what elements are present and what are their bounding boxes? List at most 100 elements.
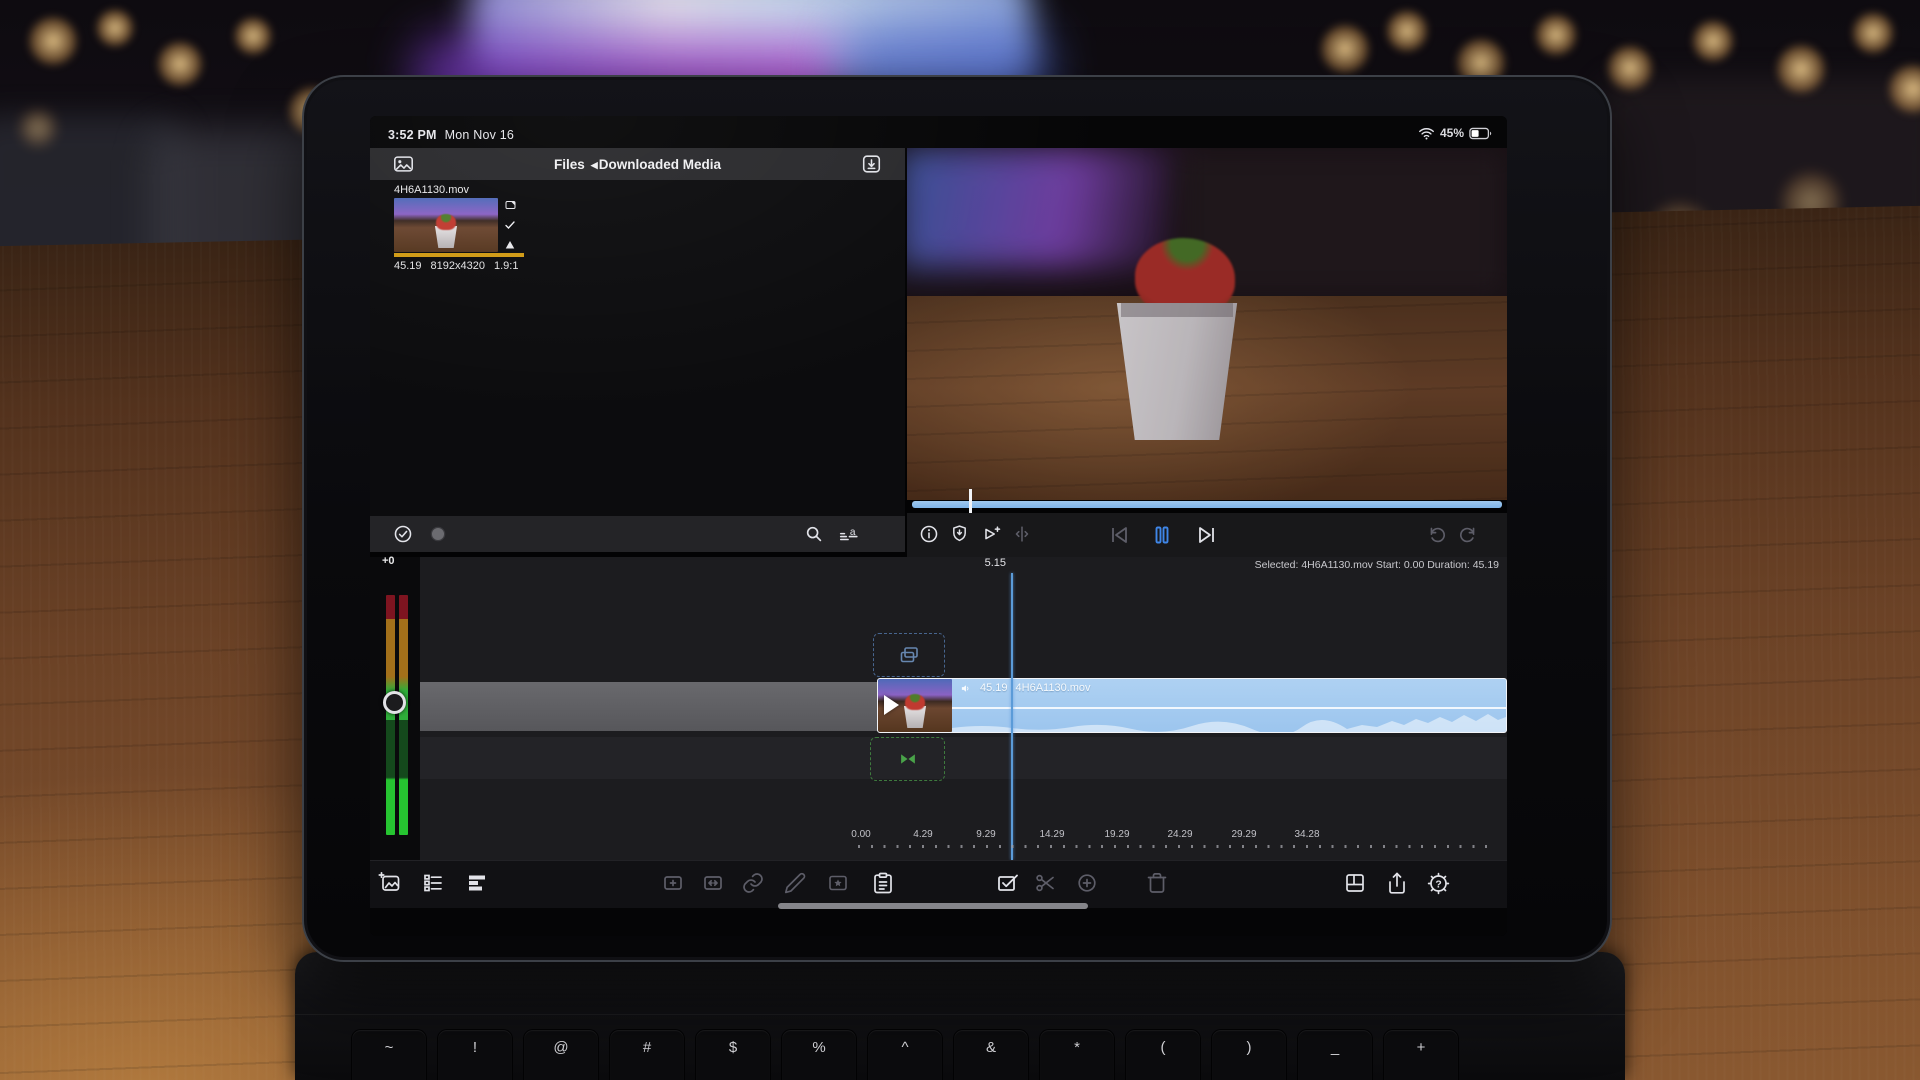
video-tone-overlay [907,148,1507,500]
search-icon[interactable] [803,523,825,545]
effects-star-icon[interactable] [826,871,850,895]
add-media-to-timeline-icon[interactable] [378,871,402,895]
help-settings-icon[interactable]: ? [1426,871,1451,896]
clip-duration: 45.19 [980,682,1008,694]
battery-percent: 45% [1440,126,1464,140]
sort-icon[interactable]: a [837,523,861,545]
bokeh-light [156,40,204,88]
timeline-ruler[interactable]: 0.00 4.29 9.29 14.29 19.29 24.29 29.29 3… [420,829,1507,857]
select-clips-icon[interactable] [392,523,414,545]
ruler-label: 14.29 [1039,829,1064,840]
keyboard-hinge [295,1014,1625,1015]
battery-icon [1469,127,1493,140]
key-8[interactable]: * [1040,1030,1114,1080]
record-voiceover-icon[interactable] [428,524,448,544]
edit-pencil-icon[interactable] [783,871,807,895]
redo-icon[interactable] [1457,523,1480,545]
bokeh-light [1385,9,1429,53]
downloaded-checkmark-icon [503,219,517,231]
track-layout-icon[interactable] [465,871,489,895]
media-filename: 4H6A1130.mov [394,184,526,196]
key-9[interactable]: ( [1126,1030,1200,1080]
meter-zero-label: +0 [382,555,395,567]
clip-info-icon[interactable] [918,523,940,545]
ruler-tick-dots [858,845,1498,848]
play-from-position-icon[interactable] [980,523,1003,545]
meter-bar-left [386,595,395,835]
ruler-label: 24.29 [1167,829,1192,840]
media-item[interactable]: 4H6A1130.mov [394,184,526,272]
overlay-layers-icon [896,643,922,667]
library-header: Files◀Downloaded Media [370,148,905,180]
bokeh-light [1775,43,1827,95]
playhead-time-label: 5.15 [956,557,1006,569]
clip-audio-waveform [952,708,1506,732]
timeline-clip[interactable]: 45.19 4H6A1130.mov [877,678,1507,733]
key-1[interactable]: ! [438,1030,512,1080]
overlay-track-dropzone[interactable] [873,633,945,677]
status-bar: 3:52 PMMon Nov 16 45% [370,116,1507,148]
home-indicator[interactable] [778,903,1088,909]
ruler-label: 9.29 [976,829,995,840]
bokeh-light [95,8,135,48]
breadcrumb-source: Files [554,157,585,172]
bokeh-light [27,15,79,67]
multi-select-icon[interactable] [995,871,1020,895]
ruler-label: 0.00 [851,829,870,840]
scrubber-track[interactable] [912,501,1502,508]
library-panel: 4H6A1130.mov [370,180,905,516]
timeline-panel[interactable]: 5.15 Selected: 4H6A1130.mov Start: 0.00 … [420,557,1507,860]
add-transition-icon[interactable] [1075,871,1099,895]
clip-audio-icon [960,683,972,694]
screen-bottom-strip [370,908,1507,936]
skip-to-end-icon[interactable] [1195,523,1219,547]
magic-keyboard: ~ ! @ # $ % ^ & * ( ) _ + [295,952,1625,1080]
media-aspect-ratio: 1.9:1 [494,260,518,272]
preview-scrubber[interactable] [912,499,1502,509]
media-thumbnail[interactable] [394,198,498,252]
key-minus[interactable]: _ [1298,1030,1372,1080]
key-6[interactable]: ^ [868,1030,942,1080]
key-plus[interactable]: + [1384,1030,1458,1080]
undo-icon[interactable] [1425,523,1448,545]
skip-to-start-icon[interactable] [1107,523,1131,547]
key-3[interactable]: # [610,1030,684,1080]
bokeh-light [233,16,273,56]
project-manager-icon[interactable] [1343,871,1367,895]
date: Mon Nov 16 [445,128,514,142]
library-breadcrumb[interactable]: Files◀Downloaded Media [370,157,905,172]
ruler-label: 34.28 [1294,829,1319,840]
clip-filename: 4H6A1130.mov [1016,682,1091,694]
key-2[interactable]: @ [524,1030,598,1080]
meter-bar-right [399,595,408,835]
audio-track-dropzone[interactable] [870,737,945,781]
clip-detail-list-icon[interactable] [421,871,445,895]
share-export-icon[interactable] [1385,871,1409,895]
warning-triangle-icon [503,239,517,251]
key-0[interactable]: ) [1212,1030,1286,1080]
scissors-split-icon[interactable] [1033,871,1057,895]
trash-icon[interactable] [1145,871,1169,895]
volume-fader-knob[interactable] [383,691,406,714]
clip-play-icon [884,695,899,715]
import-media-icon[interactable] [860,153,883,175]
preview-monitor[interactable] [907,148,1507,500]
trim-playhead-icon[interactable] [1011,523,1033,545]
insert-clip-icon[interactable] [661,871,685,895]
key-4[interactable]: $ [696,1030,770,1080]
shield-download-icon[interactable] [949,523,970,545]
key-5[interactable]: % [782,1030,856,1080]
key-7[interactable]: & [954,1030,1028,1080]
clipboard-icon[interactable] [871,871,895,895]
overwrite-clip-icon[interactable] [701,871,725,895]
status-time-date: 3:52 PMMon Nov 16 [388,128,514,142]
link-clips-icon[interactable] [741,871,765,895]
audio-track-row[interactable] [420,737,1507,779]
breadcrumb-folder: Downloaded Media [599,157,721,172]
key-tilde[interactable]: ~ [352,1030,426,1080]
bokeh-light [18,108,58,148]
pause-icon[interactable] [1150,523,1174,547]
timeline-playhead[interactable] [1011,573,1013,860]
ruler-label: 29.29 [1231,829,1256,840]
bokeh-light [1319,23,1371,75]
